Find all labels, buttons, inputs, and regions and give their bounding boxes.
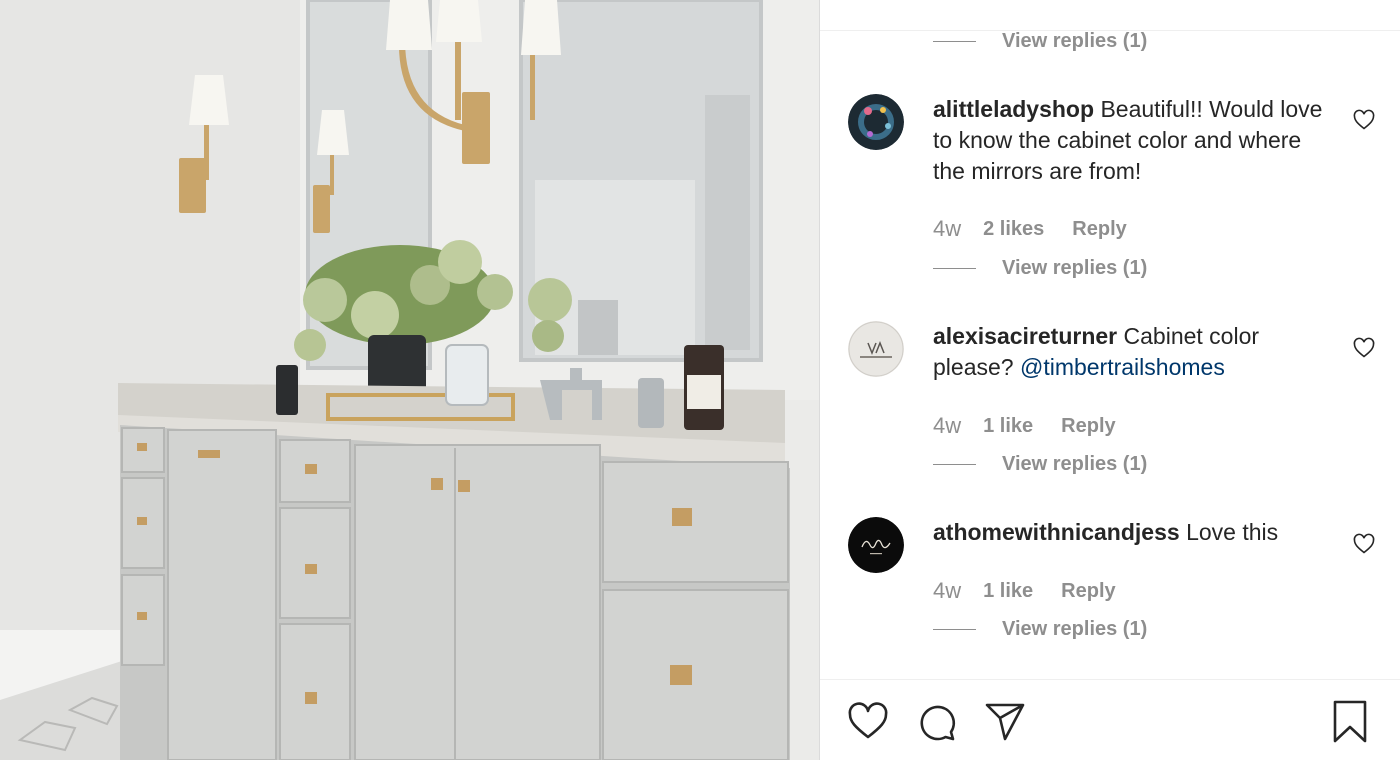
avatar-image bbox=[848, 321, 904, 377]
view-replies-button[interactable]: View replies (1) bbox=[933, 618, 1147, 640]
view-replies-label: View replies (1) bbox=[1002, 452, 1148, 475]
view-replies-label: View replies (1) bbox=[1002, 29, 1148, 52]
comment-like-button[interactable] bbox=[1352, 532, 1376, 556]
post-action-bar bbox=[820, 679, 1400, 760]
view-replies-button[interactable]: View replies (1) bbox=[933, 30, 1147, 52]
replies-divider-line bbox=[933, 628, 976, 630]
avatar[interactable] bbox=[848, 94, 904, 150]
view-replies-button[interactable]: View replies (1) bbox=[933, 257, 1147, 279]
comment-button[interactable] bbox=[915, 700, 959, 744]
post-photo[interactable] bbox=[0, 0, 819, 760]
bathroom-vanity-image bbox=[0, 0, 819, 760]
save-button[interactable] bbox=[1328, 700, 1372, 744]
comment-likes[interactable]: 1 like bbox=[983, 415, 1033, 438]
comment-meta: 4w 2 likes Reply bbox=[933, 216, 1127, 242]
comment-meta: 4w 1 like Reply bbox=[933, 413, 1116, 439]
comment-username[interactable]: alittleladyshop bbox=[933, 96, 1094, 122]
comment-time[interactable]: 4w bbox=[933, 578, 961, 604]
paper-plane-icon bbox=[985, 703, 1025, 741]
comment-text: athomewithnicandjess Love this bbox=[933, 517, 1333, 548]
heart-outline-icon bbox=[1353, 109, 1375, 130]
comment-mention-link[interactable]: @timbertrailshomes bbox=[1020, 354, 1225, 380]
heart-icon bbox=[848, 702, 888, 739]
replies-divider-line bbox=[933, 463, 976, 465]
avatar-image bbox=[848, 517, 904, 573]
comment-body: Love this bbox=[1186, 519, 1279, 545]
comment-time[interactable]: 4w bbox=[933, 413, 961, 439]
comment-likes[interactable]: 1 like bbox=[983, 580, 1033, 603]
comment-time[interactable]: 4w bbox=[933, 216, 961, 242]
comment-text: alexisacireturner Cabinet color please? … bbox=[933, 321, 1333, 383]
avatar[interactable] bbox=[848, 517, 904, 573]
view-replies-label: View replies (1) bbox=[1002, 617, 1148, 640]
comment-username[interactable]: athomewithnicandjess bbox=[933, 519, 1180, 545]
comment-username[interactable]: alexisacireturner bbox=[933, 323, 1117, 349]
view-replies-button[interactable]: View replies (1) bbox=[933, 453, 1147, 475]
comment-likes[interactable]: 2 likes bbox=[983, 218, 1044, 241]
comments-panel: View replies (1) alittleladyshop Beautif… bbox=[819, 0, 1400, 760]
avatar-image bbox=[848, 94, 904, 150]
comment-text: alittleladyshop Beautiful!! Would love t… bbox=[933, 94, 1333, 187]
share-button[interactable] bbox=[983, 700, 1027, 744]
reply-button[interactable]: Reply bbox=[1072, 218, 1126, 241]
reply-button[interactable]: Reply bbox=[1061, 415, 1115, 438]
comment-like-button[interactable] bbox=[1352, 336, 1376, 360]
view-replies-label: View replies (1) bbox=[1002, 256, 1148, 279]
replies-divider-line bbox=[933, 40, 976, 42]
replies-divider-line bbox=[933, 267, 976, 269]
comment-like-button[interactable] bbox=[1352, 108, 1376, 132]
like-button[interactable] bbox=[846, 700, 890, 744]
bookmark-icon bbox=[1333, 700, 1367, 743]
heart-outline-icon bbox=[1353, 337, 1375, 358]
reply-button[interactable]: Reply bbox=[1061, 580, 1115, 603]
comment-meta: 4w 1 like Reply bbox=[933, 578, 1116, 604]
avatar[interactable] bbox=[848, 321, 904, 377]
comment-bubble-icon bbox=[920, 705, 956, 741]
heart-outline-icon bbox=[1353, 533, 1375, 554]
